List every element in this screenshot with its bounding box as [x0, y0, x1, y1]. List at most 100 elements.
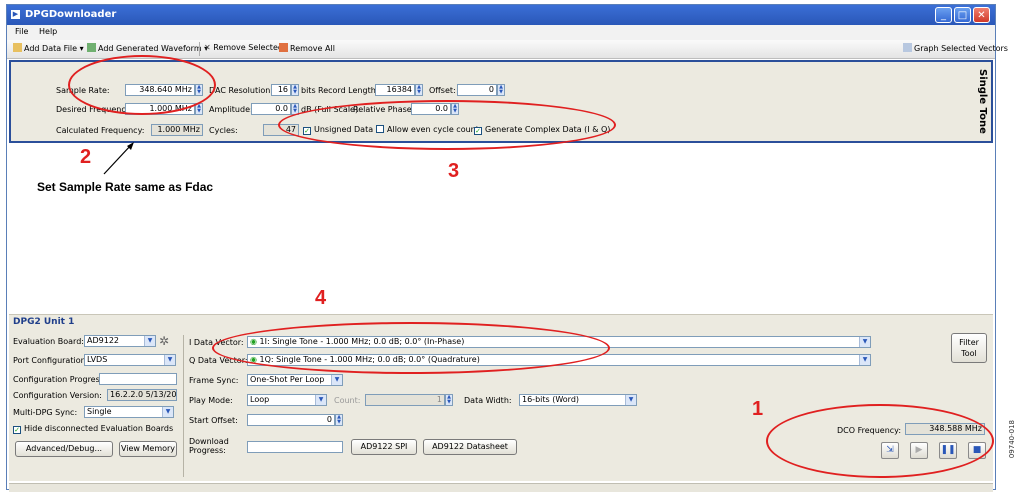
download-progress-label-2: Progress: [189, 446, 226, 455]
close-icon[interactable]: ✕ [973, 7, 990, 23]
check-circle-icon: ◉ [250, 355, 260, 364]
start-offset-label: Start Offset: [189, 416, 238, 425]
play-icon[interactable]: ▶ [910, 442, 928, 459]
checkmark-icon: ✓ [13, 426, 21, 434]
stop-icon[interactable]: ■ [968, 442, 986, 459]
status-bar [9, 483, 993, 492]
panel-divider [183, 335, 184, 477]
app-window: ▶ DPGDownloader _ □ ✕ File Help Add Data… [6, 4, 1008, 492]
port-configuration-select[interactable]: LVDS ▼ [84, 354, 176, 366]
menu-bar: File Help [7, 25, 995, 41]
dac-resolution-input[interactable]: 16 [271, 84, 291, 96]
frame-sync-select[interactable]: One-Shot Per Loop ▼ [247, 374, 343, 386]
offset-spinner[interactable]: ▲ ▼ [497, 84, 505, 96]
dac-resolution-spinner[interactable]: ▲ ▼ [291, 84, 299, 96]
data-width-select[interactable]: 16-bits (Word) ▼ [519, 394, 637, 406]
record-length-input[interactable]: 16384 [375, 84, 415, 96]
pause-icon[interactable]: ❚❚ [939, 442, 957, 459]
amplitude-spinner[interactable]: ▲ ▼ [291, 103, 299, 115]
sample-rate-spinner[interactable]: ▲ ▼ [195, 84, 203, 96]
chevron-down-icon: ▼ [625, 395, 636, 405]
start-offset-input[interactable]: 0 [247, 414, 335, 426]
unsigned-data-checkbox[interactable]: ✓ Unsigned Data [303, 125, 373, 135]
annotation-number-1: 1 [752, 398, 764, 420]
unit-title: DPG2 Unit 1 [13, 317, 75, 327]
relative-phase-spinner[interactable]: ▲ ▼ [451, 103, 459, 115]
chevron-down-icon: ▼ [859, 337, 870, 347]
record-length-spinner[interactable]: ▲ ▼ [415, 84, 423, 96]
add-generated-waveform-button[interactable]: Add Generated Waveform ▾ [87, 43, 208, 53]
filter-tool-button[interactable]: Filter Tool [951, 333, 987, 363]
title-bar: ▶ DPGDownloader _ □ ✕ [7, 5, 995, 25]
remove-all-icon [279, 43, 288, 52]
data-width-label: Data Width: [464, 396, 512, 405]
evaluation-board-select[interactable]: AD9122 ▼ [84, 335, 156, 347]
multi-dpg-sync-label: Multi-DPG Sync: [13, 408, 78, 417]
menu-file[interactable]: File [15, 27, 28, 36]
q-data-vector-label: Q Data Vector: [189, 356, 248, 365]
amplitude-input[interactable]: 0.0 [251, 103, 291, 115]
dpg-unit-panel: DPG2 Unit 1 Evaluation Board: AD9122 ▼ ✲ … [9, 314, 993, 481]
minimize-icon[interactable]: _ [935, 7, 952, 23]
i-data-vector-label: I Data Vector: [189, 338, 244, 347]
hide-disconnected-checkbox[interactable]: ✓ Hide disconnected Evaluation Boards [13, 424, 173, 434]
sample-rate-label: Sample Rate: [56, 86, 110, 95]
desired-frequency-input[interactable]: 1.000 MHz [125, 103, 195, 115]
amplitude-label: Amplitude: [209, 105, 253, 114]
calculated-frequency-label: Calculated Frequency: [56, 126, 145, 135]
download-icon[interactable]: ⇲ [881, 442, 899, 459]
graph-selected-vectors-button[interactable]: Graph Selected Vectors [903, 43, 1008, 53]
chevron-down-icon: ▼ [162, 407, 173, 417]
desired-frequency-spinner[interactable]: ▲ ▼ [195, 103, 203, 115]
amplitude-unit: dB (Full Scale) [301, 105, 359, 114]
count-spinner[interactable]: ▲ ▼ [445, 394, 453, 406]
dac-resolution-label: DAC Resolution: [209, 86, 273, 95]
configuration-version-label: Configuration Version: [13, 391, 102, 400]
remove-all-button[interactable]: Remove All [279, 43, 335, 53]
count-label: Count: [334, 396, 361, 405]
port-configuration-label: Port Configuration: [13, 356, 89, 365]
configuration-version-value: 16.2.2.0 5/13/2010 [107, 389, 177, 401]
menu-help[interactable]: Help [39, 27, 57, 36]
single-tone-tab[interactable]: Single Tone [975, 64, 989, 139]
chevron-down-icon: ▼ [164, 355, 175, 365]
advanced-debug-button[interactable]: Advanced/Debug... [15, 441, 113, 457]
play-mode-label: Play Mode: [189, 396, 233, 405]
waveform-icon [87, 43, 96, 52]
cycles-value: 47 [263, 124, 299, 136]
datasheet-button[interactable]: AD9122 Datasheet [423, 439, 517, 455]
gear-icon[interactable]: ✲ [159, 334, 169, 348]
relative-phase-input[interactable]: 0.0 [411, 103, 451, 115]
offset-input[interactable]: 0 [457, 84, 497, 96]
download-progress-label-1: Download [189, 437, 229, 446]
play-mode-select[interactable]: Loop ▼ [247, 394, 327, 406]
figure-id: 09740-018 [1008, 420, 1016, 459]
vector-list-area[interactable] [9, 145, 993, 313]
download-progress-bar [247, 441, 343, 453]
view-memory-button[interactable]: View Memory [119, 441, 177, 457]
toolbar: Add Data File ▾ Add Generated Waveform ▾… [7, 40, 1008, 59]
add-data-file-button[interactable]: Add Data File ▾ [13, 43, 84, 53]
chevron-down-icon: ▼ [144, 336, 155, 346]
evaluation-board-label: Evaluation Board: [13, 337, 84, 346]
sample-rate-input[interactable]: 348.640 MHz [125, 84, 195, 96]
record-length-label: Record Length: [318, 86, 379, 95]
graph-icon [903, 43, 912, 52]
i-data-vector-select[interactable]: ◉ 1I: Single Tone - 1.000 MHz; 0.0 dB; 0… [247, 336, 871, 348]
dco-frequency-label: DCO Frequency: [837, 426, 902, 435]
multi-dpg-sync-select[interactable]: Single ▼ [84, 406, 174, 418]
toolbar-separator [199, 42, 200, 56]
start-offset-spinner[interactable]: ▲ ▼ [335, 414, 343, 426]
offset-label: Offset: [429, 86, 456, 95]
remove-selected-button[interactable]: ✕ Remove Selected [204, 43, 283, 52]
annotation-number-4: 4 [315, 287, 327, 309]
checkmark-icon: ✓ [474, 127, 482, 135]
count-input[interactable]: 1 [365, 394, 445, 406]
allow-even-cycle-checkbox[interactable]: Allow even cycle count [376, 125, 479, 134]
annotation-arrow [103, 142, 134, 175]
frame-sync-label: Frame Sync: [189, 376, 239, 385]
q-data-vector-select[interactable]: ◉ 1Q: Single Tone - 1.000 MHz; 0.0 dB; 0… [247, 354, 871, 366]
maximize-icon[interactable]: □ [954, 7, 971, 23]
generate-complex-checkbox[interactable]: ✓ Generate Complex Data (I & Q) [474, 125, 610, 135]
spi-button[interactable]: AD9122 SPI [351, 439, 417, 455]
